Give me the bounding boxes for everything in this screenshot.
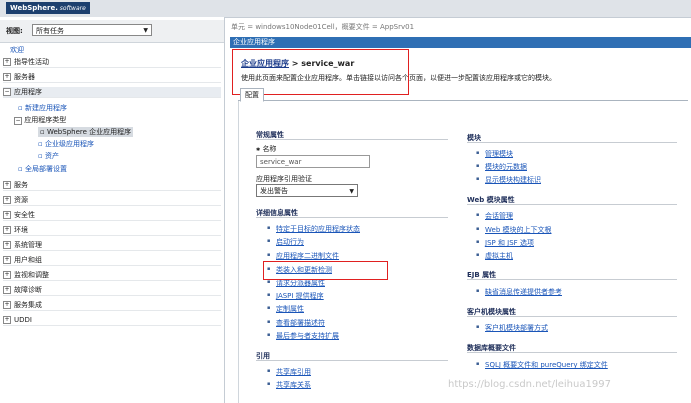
view-bar: 视图: 所有任务 ▼ — [0, 20, 224, 43]
link-default-messaging-provider[interactable]: 缺省消息传递提供者参考 — [476, 287, 562, 297]
nav-group-servers[interactable]: + 服务器 — [3, 72, 221, 83]
section-band: 企业应用程序 — [230, 37, 691, 48]
divider — [467, 279, 677, 280]
nav-welcome-link[interactable]: 欢迎 — [10, 45, 24, 55]
link-jaspi-provider[interactable]: JASPI 提供程序 — [267, 291, 324, 301]
expand-icon: + — [3, 301, 11, 309]
navigation-pane: 视图: 所有任务 ▼ 欢迎 + 指导性活动 + 服务器 − 应用程序 ▫ 新建应用程序 … — [0, 17, 225, 403]
view-label: 视图: — [6, 27, 23, 35]
name-label: ✱ 名称 — [256, 145, 277, 153]
nav-group-guided[interactable]: + 指导性活动 — [3, 57, 221, 68]
divider — [256, 360, 448, 361]
expand-icon: + — [3, 256, 11, 264]
validation-label: 应用程序引用验证 — [256, 175, 312, 183]
expand-icon: + — [3, 271, 11, 279]
link-app-binaries[interactable]: 应用程序二进制文件 — [267, 251, 339, 261]
nav-group-service-integration[interactable]: + 服务集成 — [3, 300, 221, 311]
nav-new-application[interactable]: ▫ 新建应用程序 — [18, 103, 67, 113]
tab-configuration[interactable]: 配置 — [240, 88, 264, 102]
link-target-app-status[interactable]: 特定于目标的应用程序状态 — [267, 224, 360, 234]
link-context-root[interactable]: Web 模块的上下文根 — [476, 225, 551, 235]
link-shared-library-relationships[interactable]: 共享库关系 — [267, 380, 311, 390]
websphere-logo: WebSphere. software — [6, 2, 90, 14]
link-client-deployment-mode[interactable]: 客户机模块部署方式 — [476, 323, 548, 333]
divider — [256, 217, 448, 218]
nav-group-uddi[interactable]: + UDDI — [3, 315, 221, 326]
top-banner: WebSphere. software — [0, 0, 691, 18]
nav-group-monitoring[interactable]: + 监视和调整 — [3, 270, 221, 281]
highlight-box-class-loading — [263, 261, 388, 280]
nav-group-users-groups[interactable]: + 用户和组 — [3, 255, 221, 266]
expand-icon: + — [3, 316, 11, 324]
expand-icon: + — [3, 73, 11, 81]
collapse-icon: − — [3, 88, 11, 96]
expand-icon: + — [3, 241, 11, 249]
divider — [467, 316, 677, 317]
nav-group-system-admin[interactable]: + 系统管理 — [3, 240, 221, 251]
nav-group-applications[interactable]: − 应用程序 — [3, 87, 221, 98]
nav-global-deploy-settings[interactable]: ▫ 全局部署设置 — [18, 164, 67, 174]
link-module-metadata[interactable]: 模块的元数据 — [476, 162, 527, 172]
chevron-down-icon: ▼ — [349, 188, 354, 195]
expand-icon: + — [3, 196, 11, 204]
link-jsp-jsf-options[interactable]: JSP 和 JSF 选项 — [476, 238, 534, 248]
collapse-icon: − — [14, 117, 22, 125]
link-virtual-hosts[interactable]: 虚拟主机 — [476, 251, 513, 261]
link-module-build-id[interactable]: 显示模块构建标识 — [476, 175, 541, 185]
expand-icon: + — [3, 286, 11, 294]
chevron-down-icon: ▼ — [143, 27, 148, 34]
link-session-management[interactable]: 会话管理 — [476, 211, 513, 221]
divider — [467, 142, 677, 143]
nav-group-environment[interactable]: + 环境 — [3, 225, 221, 236]
breadcrumb: 单元 = windows10Node01Cell，概要文件 = AppSrv01 — [231, 23, 415, 31]
expand-icon: + — [3, 211, 11, 219]
divider — [256, 139, 448, 140]
tab-bar: 配置 — [238, 88, 688, 102]
link-startup-behavior[interactable]: 启动行为 — [267, 237, 304, 247]
nav-application-types[interactable]: − 应用程序类型 — [14, 115, 66, 125]
nav-assets[interactable]: ▫ 资产 — [38, 151, 59, 161]
nav-group-security[interactable]: + 安全性 — [3, 210, 221, 221]
link-custom-properties[interactable]: 定制属性 — [267, 304, 304, 314]
watermark: https://blog.csdn.net/leihua1997 — [448, 379, 611, 390]
expand-icon: + — [3, 226, 11, 234]
divider — [467, 352, 677, 353]
name-field[interactable]: service_war — [256, 155, 370, 168]
nav-enterprise-apps[interactable]: ▫ 企业级应用程序 — [38, 139, 94, 149]
validation-select[interactable]: 发出警告 ▼ — [256, 184, 358, 197]
link-view-deployment-descriptor[interactable]: 查看部署描述符 — [267, 318, 325, 328]
link-last-participant-support[interactable]: 最后参与者支持扩展 — [267, 331, 339, 341]
nav-websphere-enterprise-apps[interactable]: ▫ WebSphere 企业应用程序 — [38, 127, 134, 137]
expand-icon: + — [3, 181, 11, 189]
nav-group-troubleshooting[interactable]: + 故障诊断 — [3, 285, 221, 296]
link-manage-modules[interactable]: 管理模块 — [476, 149, 513, 159]
link-sqlj-profiles[interactable]: SQLJ 概要文件和 pureQuery 绑定文件 — [476, 360, 608, 370]
link-shared-library-references[interactable]: 共享库引用 — [267, 367, 311, 377]
divider — [467, 204, 677, 205]
view-select[interactable]: 所有任务 ▼ — [32, 24, 152, 36]
nav-group-services[interactable]: + 服务 — [3, 180, 221, 191]
expand-icon: + — [3, 58, 11, 66]
nav-group-resources[interactable]: + 资源 — [3, 195, 221, 206]
